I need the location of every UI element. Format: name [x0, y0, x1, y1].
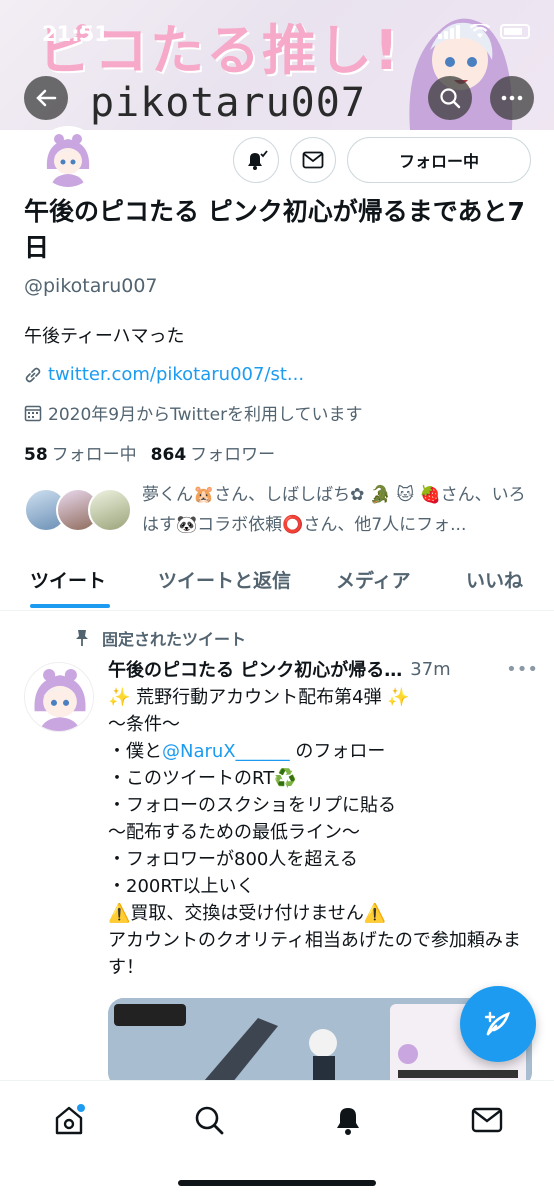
back-arrow-icon	[36, 89, 57, 107]
tweet-author-name[interactable]: 午後のピコたる ピンク初心が帰る…	[108, 656, 402, 682]
compose-tweet-button[interactable]	[460, 986, 536, 1062]
tweet-header: 午後のピコたる ピンク初心が帰る… 37m •••	[108, 656, 538, 682]
more-dots-icon	[501, 95, 523, 101]
tab-tweets-and-replies[interactable]: ツイートと返信	[158, 566, 291, 593]
active-tab-indicator	[30, 604, 110, 608]
pinned-tweet-text: 固定されたツイート	[102, 630, 247, 649]
home-indicator	[178, 1180, 376, 1186]
profile-joined-date: 2020年9月からTwitterを利用しています	[24, 400, 363, 425]
tweet-mention-link[interactable]: @NaruX______	[162, 741, 290, 762]
status-bar-time: 21:51	[42, 22, 109, 46]
calendar-icon	[24, 405, 42, 421]
tweet-line-part: のフォロー	[289, 741, 386, 762]
tabs-divider	[0, 610, 554, 611]
tweet-line: ・このツイートのRT♻️	[108, 768, 297, 789]
tab-likes[interactable]: いいね	[466, 566, 523, 593]
known-follower-avatar	[88, 488, 132, 532]
tweet-line: ・フォロワーが800人を超える	[108, 849, 358, 870]
profile-bio: 午後ティーハマった	[24, 326, 185, 347]
avatar-illustration	[39, 129, 97, 187]
battery-icon	[500, 24, 530, 39]
known-follower-avatars	[24, 488, 134, 534]
following-label: フォロー中	[51, 445, 137, 465]
wifi-icon	[470, 24, 490, 38]
followers-label: フォロワー	[190, 445, 276, 465]
tweet-author-avatar[interactable]	[24, 662, 94, 732]
tweet-text: ✨ 荒野行動アカウント配布第4弾 ✨ 〜条件〜 ・僕と@NaruX______ …	[108, 684, 538, 981]
known-followers-text: 夢くん🐹さん、しばしばち✿ 🐊 🐱 🍓さん、いろはす🐼コラボ依頼⭕さん、他7人に…	[142, 485, 526, 535]
tweet-timestamp: 37m	[410, 658, 451, 680]
tab-tweets[interactable]: ツイート	[30, 566, 106, 593]
tweet-line: ・200RT以上いく	[108, 876, 255, 897]
messages-envelope-icon[interactable]	[470, 1103, 504, 1137]
tweet-more-button[interactable]: •••	[506, 659, 538, 680]
profile-handle: @pikotaru007	[24, 275, 158, 297]
envelope-icon	[302, 151, 324, 169]
cellular-signal-icon	[438, 24, 460, 39]
followers-count: 864	[150, 445, 187, 465]
bell-check-icon	[248, 150, 268, 170]
follow-counts: 58 フォロー中 864 フォロワー	[24, 440, 275, 465]
profile-tabs: ツイート ツイートと返信 メディア いいね	[0, 560, 554, 610]
following-count: 58	[24, 445, 48, 465]
followers-count-link[interactable]: 864 フォロワー	[151, 440, 276, 465]
profile-display-name: 午後のピコたる ピンク初心が帰るまであと7日	[24, 197, 525, 262]
tweet-line: ⚠️買取、交換は受け付けません⚠️	[108, 903, 387, 924]
tweet-line: 〜配布するための最低ライン〜	[108, 822, 360, 843]
profile-avatar[interactable]	[36, 126, 100, 190]
compose-feather-icon	[484, 1011, 511, 1036]
tab-media[interactable]: メディア	[336, 566, 411, 593]
known-followers[interactable]: 夢くん🐹さん、しばしばち✿ 🐊 🐱 🍓さん、いろはす🐼コラボ依頼⭕さん、他7人に…	[24, 485, 534, 546]
banner-art-handle: pikotaru007	[90, 80, 366, 126]
profile-joined-text: 2020年9月からTwitterを利用しています	[48, 405, 363, 425]
search-icon	[440, 88, 461, 109]
profile-banner: ピコたる推し! pikotaru007	[0, 0, 554, 130]
home-icon[interactable]	[52, 1103, 86, 1137]
back-button[interactable]	[24, 76, 68, 120]
search-button[interactable]	[428, 76, 472, 120]
link-icon	[25, 367, 41, 382]
following-button[interactable]: フォロー中	[347, 137, 531, 183]
more-options-button[interactable]	[490, 76, 534, 120]
following-count-link[interactable]: 58 フォロー中	[24, 440, 137, 465]
tweet-line: アカウントのクオリティ相当あげたので参加頼みます！	[108, 930, 521, 978]
notifications-bell-icon[interactable]	[331, 1103, 365, 1137]
notifications-subscribe-button[interactable]	[233, 137, 279, 183]
profile-link[interactable]: twitter.com/pikotaru007/st...	[24, 364, 304, 385]
message-button[interactable]	[290, 137, 336, 183]
profile-link-text[interactable]: twitter.com/pikotaru007/st...	[48, 364, 304, 385]
tweet-line-part: ・僕と	[108, 741, 162, 762]
tweet-line: ・僕と@NaruX______ のフォロー	[108, 738, 538, 765]
avatar-illustration	[25, 663, 93, 731]
status-bar-icons	[438, 24, 530, 39]
pinned-tweet-label: 固定されたツイート	[74, 626, 246, 650]
tweet-line: ✨ 荒野行動アカウント配布第4弾 ✨	[108, 687, 410, 708]
explore-search-icon[interactable]	[192, 1103, 226, 1137]
tweet-line: 〜条件〜	[108, 714, 180, 735]
tweet-line: ・フォローのスクショをリプに貼る	[108, 795, 396, 816]
pin-icon	[76, 630, 88, 646]
